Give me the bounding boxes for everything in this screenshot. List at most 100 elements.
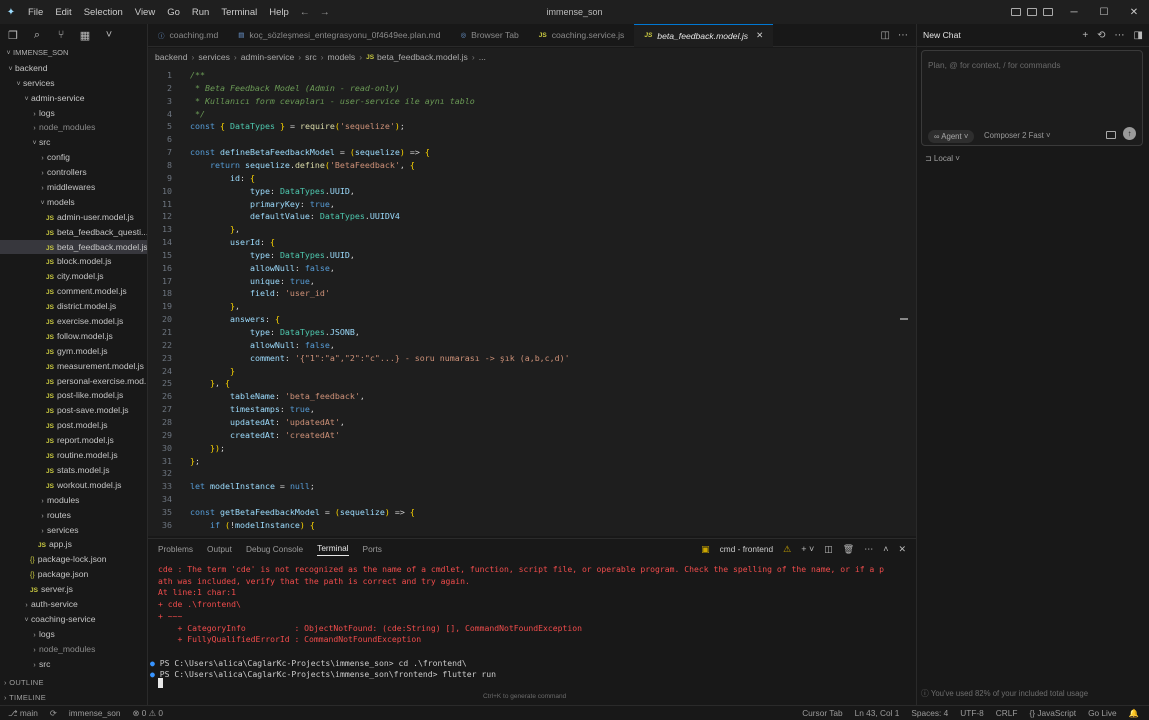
tree-item[interactable]: ˅ backend	[0, 61, 147, 76]
chat-input-placeholder[interactable]: Plan, @ for context, / for commands	[928, 60, 1060, 70]
tree-item[interactable]: ˅ admin-service	[0, 91, 147, 106]
breadcrumb-item[interactable]: admin-service	[241, 52, 295, 62]
explorer-root[interactable]: ˅ IMMENSE_SON	[0, 46, 147, 61]
tree-item[interactable]: JS comment.model.js	[0, 284, 147, 299]
minimize-icon[interactable]: ─	[1059, 7, 1089, 18]
breadcrumb-item[interactable]: backend	[155, 52, 188, 62]
chat-title[interactable]: New Chat	[923, 30, 961, 40]
trash-icon[interactable]: 🗑	[843, 544, 854, 555]
tree-item[interactable]: JS app.js	[0, 537, 147, 552]
close-window-icon[interactable]: ✕	[1119, 7, 1149, 18]
agent-mode-selector[interactable]: ∞ Agent ˅	[928, 130, 975, 143]
editor-tab[interactable]: ◎ Browser Tab	[451, 24, 529, 47]
status-right-item[interactable]: Go Live	[1088, 708, 1117, 718]
tree-item[interactable]: › modules	[0, 493, 147, 508]
status-left-item[interactable]: ⊗ 0 ⚠ 0	[132, 708, 163, 718]
status-left-item[interactable]: immense_son	[69, 708, 121, 718]
more-actions-icon[interactable]: ⋯	[898, 30, 908, 41]
maximize-icon[interactable]: ☐	[1089, 7, 1119, 18]
tree-item[interactable]: JS beta_feedback.model.js	[0, 239, 147, 255]
tree-item[interactable]: JS post-like.model.js	[0, 388, 147, 403]
new-chat-icon[interactable]: +	[1082, 30, 1088, 41]
send-icon[interactable]: ↑	[1123, 127, 1136, 140]
outline-section[interactable]: › OUTLINE	[0, 675, 148, 690]
tree-item[interactable]: › routes	[0, 508, 147, 523]
chat-input-box[interactable]: Plan, @ for context, / for commands ∞ Ag…	[921, 50, 1143, 146]
status-right-item[interactable]: Ln 43, Col 1	[855, 708, 900, 718]
tree-item[interactable]: › auth-service	[0, 597, 147, 612]
terminal-name[interactable]: cmd - frontend	[720, 544, 774, 554]
menu-selection[interactable]: Selection	[78, 7, 129, 18]
menu-terminal[interactable]: Terminal	[215, 7, 263, 18]
status-right-item[interactable]: 🔔	[1129, 708, 1139, 719]
tree-item[interactable]: JS server.js	[0, 582, 147, 597]
split-editor-icon[interactable]: ◫	[881, 30, 890, 41]
panel-tab-output[interactable]: Output	[207, 544, 232, 554]
tree-item[interactable]: JS stats.model.js	[0, 463, 147, 478]
editor-tab[interactable]: ⓘ coaching.md	[148, 24, 228, 47]
tree-item[interactable]: JS exercise.model.js	[0, 314, 147, 329]
tree-item[interactable]: › node_modules	[0, 642, 147, 657]
more-icon[interactable]: ⋯	[1115, 30, 1125, 41]
panel-tab-debug-console[interactable]: Debug Console	[246, 544, 303, 554]
tree-item[interactable]: › src	[0, 657, 147, 672]
menu-go[interactable]: Go	[161, 7, 186, 18]
tree-item[interactable]: {} package-lock.json	[0, 552, 147, 567]
tree-item[interactable]: › controllers	[0, 165, 147, 180]
breadcrumb-item[interactable]: beta_feedback.model.js	[377, 52, 468, 62]
tree-item[interactable]: ˅ services	[0, 76, 147, 91]
menu-edit[interactable]: Edit	[49, 7, 77, 18]
tree-item[interactable]: JS report.model.js	[0, 433, 147, 448]
menu-view[interactable]: View	[129, 7, 161, 18]
menu-run[interactable]: Run	[186, 7, 215, 18]
back-arrow-icon[interactable]: ←	[295, 7, 315, 18]
status-left-item[interactable]: ⟳	[50, 708, 57, 718]
tree-item[interactable]: › middlewares	[0, 180, 147, 195]
panel-tab-ports[interactable]: Ports	[363, 544, 382, 554]
status-right-item[interactable]: Cursor Tab	[802, 708, 842, 718]
image-attach-icon[interactable]	[1106, 131, 1116, 139]
extensions-icon[interactable]: ▦	[78, 29, 92, 42]
chevron-down-icon[interactable]: ˅	[102, 29, 116, 41]
more-icon[interactable]: ⋯	[864, 544, 873, 555]
history-icon[interactable]: ⟲	[1097, 30, 1105, 41]
forward-arrow-icon[interactable]: →	[315, 7, 335, 18]
tree-item[interactable]: {} package.json	[0, 567, 147, 582]
local-selector[interactable]: ⊐ Local ˅	[925, 154, 960, 163]
search-icon[interactable]: ⌕	[30, 29, 44, 42]
tree-item[interactable]: › logs	[0, 106, 147, 121]
code-editor[interactable]: 1 /** 2 * Beta Feedback Model (Admin - rea…	[148, 66, 916, 536]
close-panel-icon[interactable]: ✕	[898, 544, 906, 555]
menu-help[interactable]: Help	[263, 7, 295, 18]
toggle-sidebar-icon[interactable]	[1011, 8, 1021, 16]
tree-item[interactable]: JS district.model.js	[0, 299, 147, 314]
tree-item[interactable]: JS beta_feedback_questi...	[0, 225, 147, 240]
tree-item[interactable]: JS follow.model.js	[0, 329, 147, 344]
tree-item[interactable]: JS block.model.js	[0, 254, 147, 269]
tree-item[interactable]: JS post.model.js	[0, 418, 147, 433]
editor-tab[interactable]: ▤ koç_sözleşmesi_entegrasyonu_0f4649ee.pl…	[228, 24, 450, 47]
tree-item[interactable]: JS measurement.model.js	[0, 359, 147, 374]
tree-item[interactable]: ˅ coaching-service	[0, 612, 147, 627]
tree-item[interactable]: › node_modules	[0, 120, 147, 135]
tree-item[interactable]: JS city.model.js	[0, 269, 147, 284]
scroll-position-indicator[interactable]	[900, 318, 908, 320]
editor-tab[interactable]: JS beta_feedback.model.js ✕	[634, 23, 774, 47]
tree-item[interactable]: ˅ models	[0, 195, 147, 210]
status-right-item[interactable]: CRLF	[996, 708, 1018, 718]
tree-item[interactable]: JS gym.model.js	[0, 344, 147, 359]
status-left-item[interactable]: ⎇ main	[8, 708, 38, 718]
timeline-section[interactable]: › TIMELINE	[0, 690, 148, 705]
tree-item[interactable]: › logs	[0, 627, 147, 642]
close-icon[interactable]: ✕	[756, 30, 763, 41]
model-selector[interactable]: Composer 2 Fast ˅	[984, 131, 1051, 140]
files-icon[interactable]: ❐	[6, 29, 20, 42]
breadcrumb-item[interactable]: ...	[479, 52, 486, 62]
menu-file[interactable]: File	[22, 7, 49, 18]
tree-item[interactable]: JS routine.model.js	[0, 448, 147, 463]
tree-item[interactable]: JS personal-exercise.mod...	[0, 374, 147, 389]
tree-item[interactable]: JS admin-user.model.js	[0, 210, 147, 225]
status-right-item[interactable]: UTF-8	[960, 708, 984, 718]
new-terminal-icon[interactable]: + ˅	[801, 544, 814, 554]
toggle-panel-icon[interactable]	[1027, 8, 1037, 16]
